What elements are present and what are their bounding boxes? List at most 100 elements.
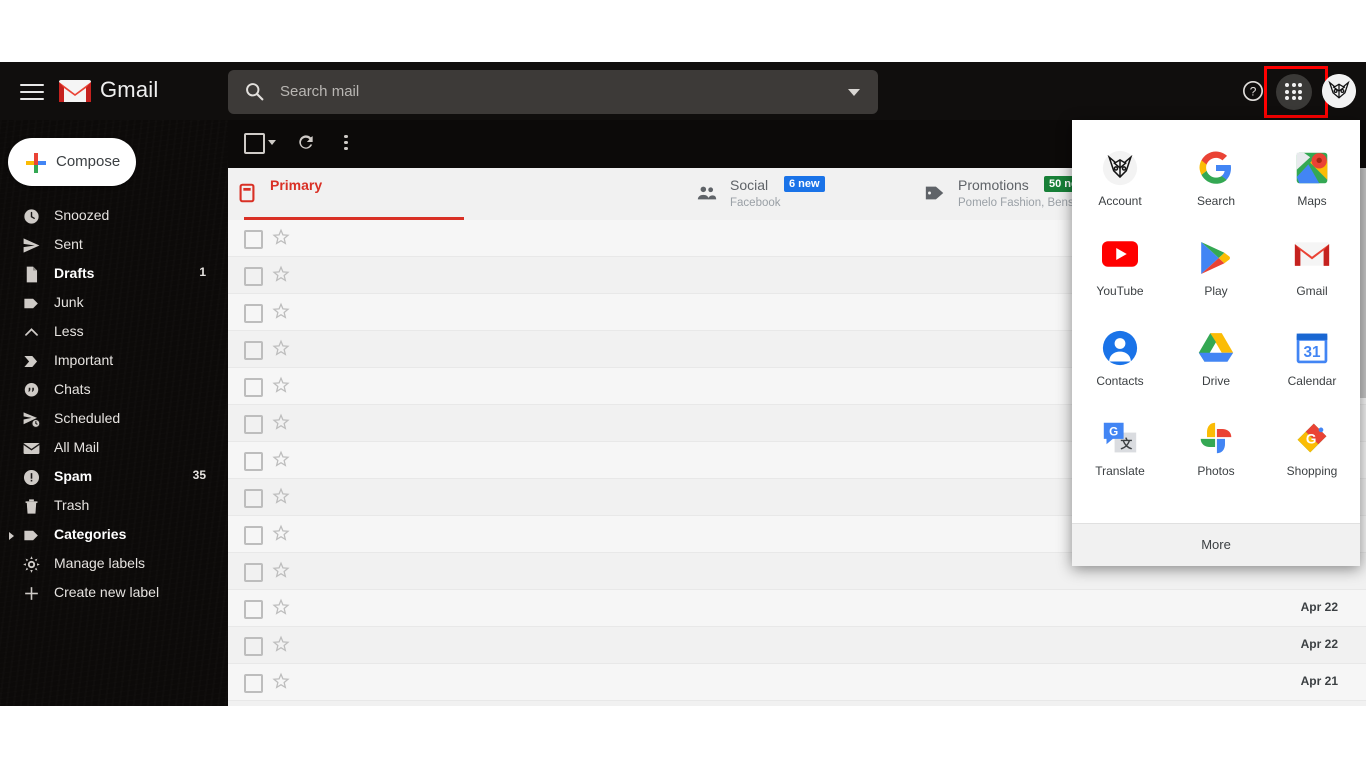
app-tile-youtube[interactable]: YouTube xyxy=(1072,232,1168,322)
select-all-chevron-down-icon[interactable] xyxy=(268,140,276,145)
sidebar-item-count: 35 xyxy=(192,468,206,482)
tab-primary[interactable]: Primary xyxy=(236,168,676,220)
app-tile-search[interactable]: Search xyxy=(1168,142,1264,232)
envelope-icon xyxy=(22,439,41,458)
tab-label: Promotions xyxy=(958,177,1029,193)
app-tile-photos[interactable]: Photos xyxy=(1168,412,1264,502)
sidebar-item-junk[interactable]: Junk xyxy=(0,289,228,318)
sidebar-item-spam[interactable]: Spam 35 xyxy=(0,463,228,492)
star-icon[interactable] xyxy=(272,413,290,431)
star-icon[interactable] xyxy=(272,635,290,653)
app-tile-play[interactable]: Play xyxy=(1168,232,1264,322)
sidebar-item-label: All Mail xyxy=(54,439,100,455)
tab-badge: 6 new xyxy=(784,176,825,192)
sidebar-item-categories[interactable]: Categories xyxy=(0,521,228,550)
sidebar-item-label: Sent xyxy=(54,236,83,252)
app-tile-calendar[interactable]: 31 Calendar xyxy=(1264,322,1360,412)
row-checkbox[interactable] xyxy=(244,452,263,471)
app-label: YouTube xyxy=(1096,284,1144,298)
app-tile-translate[interactable]: G 文 Translate xyxy=(1072,412,1168,502)
select-all-checkbox[interactable] xyxy=(244,133,265,154)
row-checkbox[interactable] xyxy=(244,674,263,693)
compose-button[interactable]: Compose xyxy=(8,138,136,186)
sidebar-item-important[interactable]: Important xyxy=(0,347,228,376)
row-checkbox[interactable] xyxy=(244,600,263,619)
row-date: Apr 22 xyxy=(1300,600,1338,614)
app-label: Gmail xyxy=(1296,284,1328,298)
star-icon[interactable] xyxy=(272,302,290,320)
app-tile-account[interactable]: Account xyxy=(1072,142,1168,232)
row-checkbox[interactable] xyxy=(244,230,263,249)
star-icon[interactable] xyxy=(272,265,290,283)
app-tile-gmail[interactable]: Gmail xyxy=(1264,232,1360,322)
apps-more-button[interactable]: More xyxy=(1072,523,1360,566)
star-icon[interactable] xyxy=(272,487,290,505)
svg-text:?: ? xyxy=(1250,85,1257,99)
sidebar-item-count: 1 xyxy=(199,265,206,279)
chevron-down-icon[interactable] xyxy=(848,89,860,96)
brand-title: Gmail xyxy=(100,77,159,102)
app-label: Maps xyxy=(1297,194,1327,208)
sidebar-item-scheduled[interactable]: Scheduled xyxy=(0,405,228,434)
tag-icon xyxy=(924,182,946,204)
apps-row: YouTube Play Gmail xyxy=(1072,232,1360,322)
search-input[interactable]: Search mail xyxy=(228,70,878,114)
sidebar-item-less[interactable]: Less xyxy=(0,318,228,347)
sidebar-item-sent[interactable]: Sent xyxy=(0,231,228,260)
app-tile-maps[interactable]: Maps xyxy=(1264,142,1360,232)
svg-text:G: G xyxy=(1109,425,1118,438)
apps-grid-icon[interactable] xyxy=(1276,74,1312,110)
table-row[interactable]: Apr 21 xyxy=(228,664,1366,701)
help-icon[interactable]: ? xyxy=(1242,80,1264,102)
hamburger-icon[interactable] xyxy=(20,79,44,103)
tab-social[interactable]: Social 6 new Facebook xyxy=(696,168,916,220)
sidebar-item-label: Categories xyxy=(54,526,127,542)
sidebar-item-trash[interactable]: Trash xyxy=(0,492,228,521)
row-checkbox[interactable] xyxy=(244,489,263,508)
sidebar-item-all-mail[interactable]: All Mail xyxy=(0,434,228,463)
row-checkbox[interactable] xyxy=(244,637,263,656)
kebab-menu-icon[interactable] xyxy=(336,132,356,152)
refresh-icon[interactable] xyxy=(296,132,316,152)
row-checkbox[interactable] xyxy=(244,378,263,397)
app-label: Contacts xyxy=(1096,374,1144,388)
sidebar-item-manage-labels[interactable]: Manage labels xyxy=(0,550,228,579)
table-row[interactable]: Apr 22 xyxy=(228,627,1366,664)
row-checkbox[interactable] xyxy=(244,267,263,286)
row-checkbox[interactable] xyxy=(244,526,263,545)
expand-chevron-icon[interactable] xyxy=(9,532,14,540)
apps-grid: Account Search Maps YouTube Play Gmail Contact… xyxy=(1072,142,1360,502)
app-tile-drive[interactable]: Drive xyxy=(1168,322,1264,412)
star-icon[interactable] xyxy=(272,228,290,246)
google-g-icon xyxy=(1198,150,1234,186)
trash-icon xyxy=(22,497,41,516)
sidebar-item-create-new-label[interactable]: Create new label xyxy=(0,579,228,608)
star-icon[interactable] xyxy=(272,450,290,468)
table-row[interactable]: Apr 22 xyxy=(228,590,1366,627)
star-icon[interactable] xyxy=(272,598,290,616)
avatar[interactable] xyxy=(1322,74,1356,108)
google-apps-panel: Account Search Maps YouTube Play Gmail Contact… xyxy=(1072,120,1360,566)
sidebar-item-snoozed[interactable]: Snoozed xyxy=(0,202,228,231)
table-row[interactable]: Apr 21 xyxy=(228,701,1366,706)
app-tile-shopping[interactable]: G Shopping xyxy=(1264,412,1360,502)
star-icon[interactable] xyxy=(272,672,290,690)
gmail-app-window: Gmail Search mail ? Compose Snoozed Sent… xyxy=(0,62,1366,706)
row-checkbox[interactable] xyxy=(244,304,263,323)
app-label: Search xyxy=(1196,194,1236,208)
sidebar-item-chats[interactable]: Chats xyxy=(0,376,228,405)
scheduled-icon xyxy=(22,410,41,429)
sidebar-item-label: Scheduled xyxy=(54,410,121,426)
inbox-icon xyxy=(236,182,258,204)
star-icon[interactable] xyxy=(272,561,290,579)
row-checkbox[interactable] xyxy=(244,415,263,434)
star-icon[interactable] xyxy=(272,376,290,394)
app-label: Calendar xyxy=(1287,374,1337,388)
star-icon[interactable] xyxy=(272,339,290,357)
row-checkbox[interactable] xyxy=(244,563,263,582)
star-icon[interactable] xyxy=(272,524,290,542)
app-tile-contacts[interactable]: Contacts xyxy=(1072,322,1168,412)
row-checkbox[interactable] xyxy=(244,341,263,360)
sidebar-item-drafts[interactable]: Drafts 1 xyxy=(0,260,228,289)
sidebar: Compose Snoozed Sent Drafts 1 Junk Less Import… xyxy=(0,120,228,706)
